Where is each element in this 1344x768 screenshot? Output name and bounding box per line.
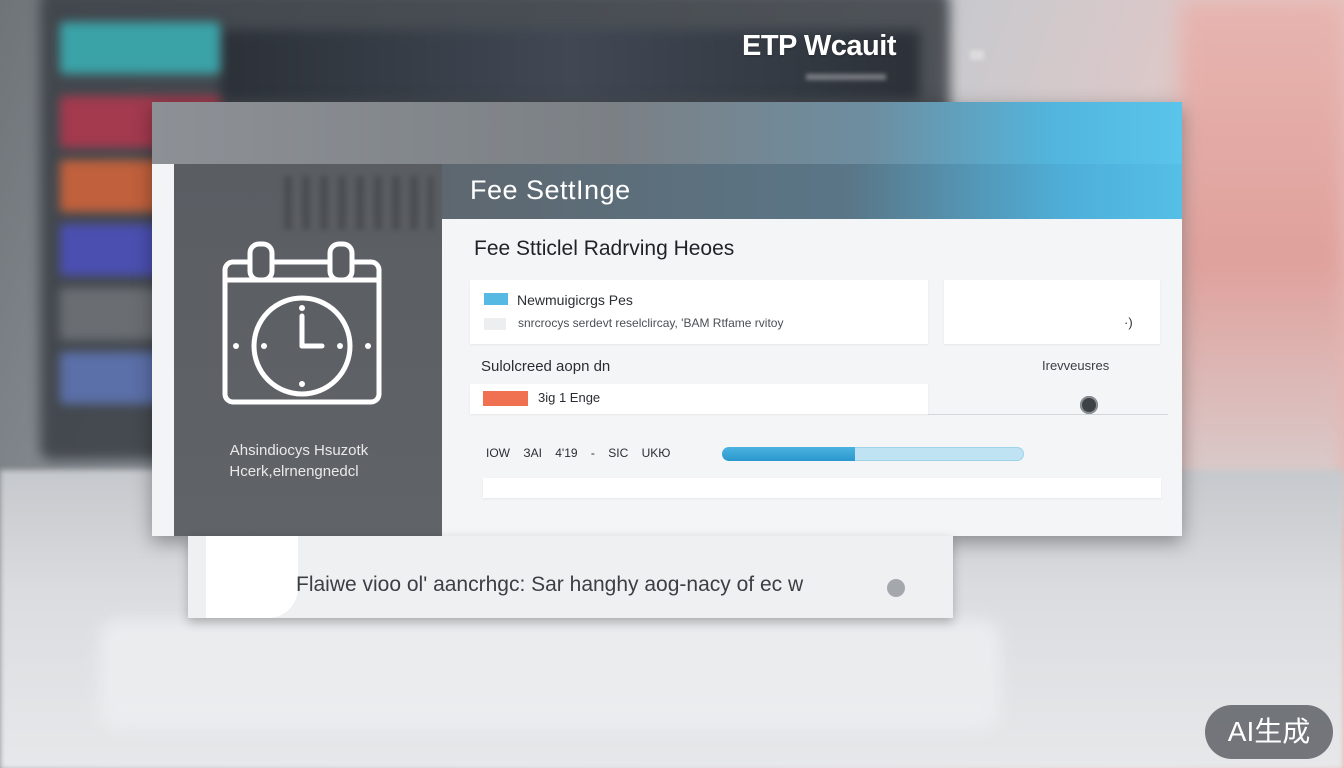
option-card-primary[interactable] xyxy=(470,280,928,344)
brand-logo: ETP Wcauit xyxy=(742,30,897,62)
sidebar-caption-line1: Ahsindiocys Hsuzotk xyxy=(229,442,369,459)
secondary-panel-text: Flaiwe vioo ol' aancrhgc: Sar hanghy aog… xyxy=(296,573,804,596)
stats-text: IOW ЗAI 4'19 - SIC UKЮ xyxy=(486,446,671,460)
option-card-secondary[interactable] xyxy=(944,280,1160,344)
blue-swatch xyxy=(484,293,508,305)
secondary-panel-toggle[interactable] xyxy=(887,579,905,597)
progress-bar-fill xyxy=(722,447,855,461)
sidebar-caption: Ahsindiocys Hsuzotk Hcerk,elrnengnedcl xyxy=(174,440,442,482)
slider-label: Irevveusres xyxy=(1042,358,1110,373)
background-right-blur xyxy=(1180,0,1344,520)
slider-handle[interactable] xyxy=(1080,396,1098,414)
empty-input-row[interactable] xyxy=(483,478,1161,498)
window-title-bar xyxy=(152,102,1182,164)
option-description: snrcrocys serdevt reselclircay, 'BAM Rtf… xyxy=(518,316,784,330)
subsection-label: Sulolcreed aopn dn xyxy=(481,358,611,375)
option-label: Newmuigicrgs Pes xyxy=(517,292,633,308)
calendar-clock-icon xyxy=(222,240,382,413)
background-tile-cyan xyxy=(60,22,220,74)
sidebar-blurred-text xyxy=(284,176,434,230)
selected-option-label: 3ig 1 Engе xyxy=(538,390,601,405)
secondary-panel-tab xyxy=(206,536,298,618)
ai-generated-badge: AI生成 xyxy=(1205,705,1333,759)
orange-swatch xyxy=(483,391,528,406)
background-keyboard xyxy=(100,620,1000,730)
brand-icon xyxy=(970,50,984,60)
card-indicator: ·) xyxy=(1124,315,1133,330)
section-title: Fee Stticlel Radrving Heoes xyxy=(474,237,735,260)
page-title: Fee SettIngе xyxy=(470,175,631,205)
sidebar-caption-line2: Hcerk,elrnengnedcl xyxy=(229,463,359,480)
progress-bar xyxy=(722,447,1024,461)
slider-track[interactable] xyxy=(928,414,1168,415)
grey-swatch xyxy=(484,318,506,330)
brand-subtitle-blur xyxy=(806,74,886,80)
